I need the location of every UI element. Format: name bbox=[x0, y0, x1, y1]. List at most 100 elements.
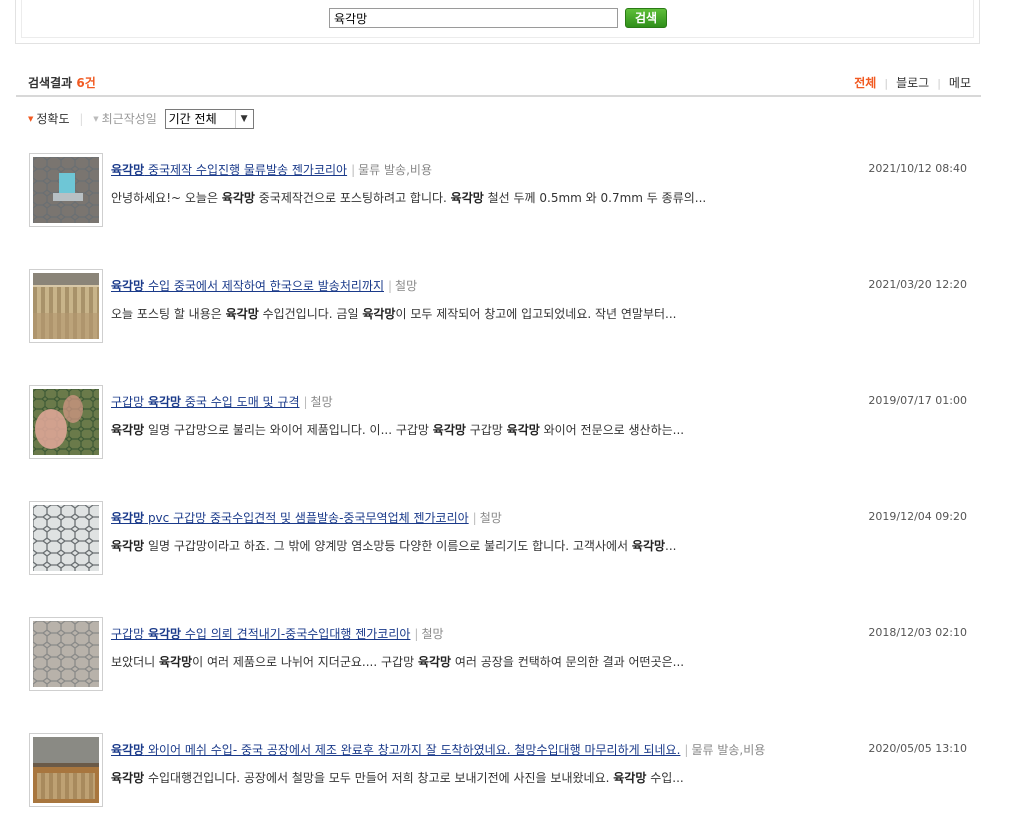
result-title-link[interactable]: 육각망 pvc 구갑망 중국수입견적 및 샘플발송-중국무역업체 젠가코리아 bbox=[111, 511, 469, 525]
category-separator: | bbox=[684, 743, 689, 757]
caret-down-icon: ▼ bbox=[28, 115, 34, 123]
tab-separator: | bbox=[884, 77, 889, 90]
snippet-text: 철선 두께 0.5mm 와 0.7mm 두 종류의... bbox=[483, 191, 707, 205]
result-date: 2019/12/04 09:20 bbox=[868, 510, 967, 523]
keyword-highlight: 육각망 bbox=[111, 511, 145, 525]
tab-memo[interactable]: 메모 bbox=[949, 76, 971, 90]
keyword-highlight: 육각망 bbox=[225, 307, 259, 321]
snippet-text: 수입대행건입니다. 공장에서 철망을 모두 만들어 저희 창고로 보내기전에 사… bbox=[144, 771, 614, 785]
keyword-highlight: 육각망 bbox=[631, 539, 666, 553]
view-tabs: 전체 | 블로그 | 메모 bbox=[854, 74, 971, 91]
result-thumbnail[interactable] bbox=[29, 153, 103, 227]
result-category[interactable]: | 철망 bbox=[388, 279, 417, 293]
category-separator: | bbox=[414, 627, 419, 641]
snippet-text: 일명 구갑망으로 불리는 와이어 제품입니다. 이... 구갑망 bbox=[144, 423, 433, 437]
keyword-highlight: 육각망 bbox=[111, 743, 145, 757]
sort-separator: | bbox=[79, 112, 84, 126]
keyword-highlight: 육각망 bbox=[147, 395, 182, 409]
tab-blog[interactable]: 블로그 bbox=[896, 76, 929, 90]
title-text: pvc 구갑망 중국수입견적 및 샘플발송-중국무역업체 젠가코리아 bbox=[144, 511, 469, 525]
result-thumbnail[interactable] bbox=[29, 385, 103, 459]
category-label: 철망 bbox=[310, 395, 333, 409]
title-text: 와이어 메쉬 수입- 중국 공장에서 제조 완료후 창고까지 잘 도착하였네요.… bbox=[144, 743, 681, 757]
results-header: 검색결과 6건 전체 | 블로그 | 메모 bbox=[16, 68, 981, 97]
period-select[interactable]: 기간 전체 ▼ bbox=[164, 109, 254, 129]
keyword-highlight: 육각망 bbox=[417, 655, 452, 669]
result-thumbnail[interactable] bbox=[29, 617, 103, 691]
snippet-text: 와이어 전문으로 생산하는... bbox=[539, 423, 685, 437]
result-date: 2018/12/03 02:10 bbox=[868, 626, 967, 639]
snippet-text: 수입... bbox=[646, 771, 684, 785]
sort-bar: ▼ 정확도 | ▼ 최근작성일 기간 전체 ▼ bbox=[28, 109, 254, 129]
tab-separator: | bbox=[937, 77, 941, 90]
result-snippet: 육각망 일명 구갑망으로 불리는 와이어 제품입니다. 이... 구갑망 육각망… bbox=[111, 421, 684, 438]
result-item: 육각망 pvc 구갑망 중국수입견적 및 샘플발송-중국무역업체 젠가코리아 | 철… bbox=[29, 501, 974, 577]
result-title-row: 구갑망 육각망 수입 의뢰 견적내기-중국수입대행 젠가코리아 | 철망 bbox=[111, 625, 444, 642]
result-item: 육각망 수입 중국에서 제작하여 한국으로 발송처리까지 | 철망 2021/03/2… bbox=[29, 269, 974, 345]
result-title-link[interactable]: 육각망 중국제작 수입진행 물류발송 젠가코리아 bbox=[111, 163, 347, 177]
snippet-text: ... bbox=[665, 539, 677, 553]
snippet-text: 수입건입니다. 금일 bbox=[258, 307, 363, 321]
results-label: 검색결과 bbox=[28, 76, 73, 90]
keyword-highlight: 육각망 bbox=[147, 627, 182, 641]
keyword-highlight: 육각망 bbox=[506, 423, 540, 437]
result-date: 2021/03/20 12:20 bbox=[868, 278, 967, 291]
category-label: 물류 발송,비용 bbox=[691, 743, 766, 757]
keyword-highlight: 육각망 bbox=[158, 655, 193, 669]
result-title-row: 육각망 와이어 메쉬 수입- 중국 공장에서 제조 완료후 창고까지 잘 도착하… bbox=[111, 741, 765, 758]
tab-all[interactable]: 전체 bbox=[854, 76, 876, 90]
snippet-text: 이 여러 제품으로 나뉘어 지더군요.... 구갑망 bbox=[192, 655, 418, 669]
result-snippet: 육각망 일명 구갑망이라고 하죠. 그 밖에 양계망 염소망등 다양한 이름으로… bbox=[111, 537, 676, 554]
keyword-highlight: 육각망 bbox=[613, 771, 647, 785]
result-item: 육각망 와이어 메쉬 수입- 중국 공장에서 제조 완료후 창고까지 잘 도착하… bbox=[29, 733, 974, 809]
snippet-text: 오늘 포스팅 할 내용은 bbox=[111, 307, 226, 321]
result-snippet: 육각망 수입대행건입니다. 공장에서 철망을 모두 만들어 저희 창고로 보내기… bbox=[111, 769, 684, 786]
result-title-link[interactable]: 육각망 와이어 메쉬 수입- 중국 공장에서 제조 완료후 창고까지 잘 도착하… bbox=[111, 743, 680, 757]
result-title-row: 육각망 pvc 구갑망 중국수입견적 및 샘플발송-중국무역업체 젠가코리아 | 철… bbox=[111, 509, 502, 526]
keyword-highlight: 육각망 bbox=[111, 279, 145, 293]
category-label: 철망 bbox=[395, 279, 418, 293]
snippet-text: 구갑망 bbox=[465, 423, 507, 437]
results-title: 검색결과 6건 bbox=[28, 74, 96, 91]
result-date: 2020/05/05 13:10 bbox=[868, 742, 967, 755]
search-button[interactable]: 검색 bbox=[625, 8, 667, 28]
thumbnail-image bbox=[33, 737, 99, 803]
chevron-down-icon: ▼ bbox=[234, 110, 253, 128]
thumbnail-image bbox=[33, 505, 99, 571]
result-category[interactable]: | 물류 발송,비용 bbox=[684, 743, 765, 757]
result-thumbnail[interactable] bbox=[29, 501, 103, 575]
thumbnail-image bbox=[33, 157, 99, 223]
category-label: 물류 발송,비용 bbox=[358, 163, 432, 177]
keyword-highlight: 육각망 bbox=[111, 423, 145, 437]
result-title-link[interactable]: 구갑망 육각망 중국 수입 도매 및 규격 bbox=[111, 395, 300, 409]
result-title-link[interactable]: 구갑망 육각망 수입 의뢰 견적내기-중국수입대행 젠가코리아 bbox=[111, 627, 410, 641]
title-text: 수입 중국에서 제작하여 한국으로 발송처리까지 bbox=[144, 279, 384, 293]
sort-accuracy[interactable]: ▼ 정확도 bbox=[28, 109, 70, 129]
snippet-text: 이 모두 제작되어 창고에 입고되었네요. 작년 연말부터... bbox=[395, 307, 677, 321]
category-label: 철망 bbox=[479, 511, 502, 525]
result-thumbnail[interactable] bbox=[29, 269, 103, 343]
result-category[interactable]: | 철망 bbox=[414, 627, 443, 641]
title-text: 중국 수입 도매 및 규격 bbox=[181, 395, 300, 409]
thumbnail-image bbox=[33, 389, 99, 455]
result-category[interactable]: | 철망 bbox=[473, 511, 502, 525]
keyword-highlight: 육각망 bbox=[111, 771, 145, 785]
sort-recent[interactable]: ▼ 최근작성일 bbox=[93, 109, 157, 129]
result-category[interactable]: | 철망 bbox=[304, 395, 333, 409]
result-snippet: 보았더니 육각망이 여러 제품으로 나뉘어 지더군요.... 구갑망 육각망 여… bbox=[111, 653, 684, 670]
result-title-row: 육각망 중국제작 수입진행 물류발송 젠가코리아 | 물류 발송,비용 bbox=[111, 161, 432, 178]
snippet-text: 여러 공장을 컨택하여 문의한 결과 어떤곳은... bbox=[451, 655, 685, 669]
keyword-highlight: 육각망 bbox=[432, 423, 466, 437]
result-title-link[interactable]: 육각망 수입 중국에서 제작하여 한국으로 발송처리까지 bbox=[111, 279, 384, 293]
caret-down-icon: ▼ bbox=[93, 115, 99, 123]
thumbnail-image bbox=[33, 273, 99, 339]
result-thumbnail[interactable] bbox=[29, 733, 103, 807]
thumbnail-image bbox=[33, 621, 99, 687]
result-category[interactable]: | 물류 발송,비용 bbox=[351, 163, 432, 177]
keyword-highlight: 육각망 bbox=[450, 191, 484, 205]
result-snippet: 오늘 포스팅 할 내용은 육각망 수입건입니다. 금일 육각망이 모두 제작되어… bbox=[111, 305, 677, 322]
search-input[interactable] bbox=[329, 8, 618, 28]
snippet-text: 안녕하세요!~ 오늘은 bbox=[111, 191, 222, 205]
result-date: 2019/07/17 01:00 bbox=[868, 394, 967, 407]
title-text: 구갑망 bbox=[111, 395, 148, 409]
